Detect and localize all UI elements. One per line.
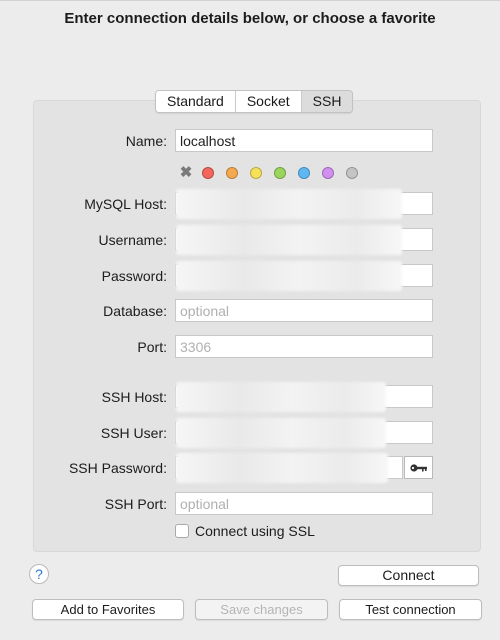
redacted-overlay bbox=[176, 189, 402, 219]
name-field[interactable] bbox=[175, 129, 433, 152]
close-icon[interactable]: ✖ bbox=[178, 165, 194, 181]
ssh-port-label: SSH Port: bbox=[104, 496, 167, 512]
key-icon bbox=[409, 463, 427, 472]
tab-standard[interactable]: Standard bbox=[156, 91, 236, 112]
username-label: Username: bbox=[98, 232, 167, 248]
redacted-overlay bbox=[176, 225, 402, 255]
ssh-host-label: SSH Host: bbox=[101, 389, 167, 405]
ssh-key-button[interactable] bbox=[404, 456, 433, 479]
tab-socket[interactable]: Socket bbox=[235, 91, 302, 112]
connection-type-tabs: Standard Socket SSH bbox=[155, 90, 354, 113]
database-row: Database: bbox=[0, 299, 500, 323]
redacted-overlay bbox=[176, 382, 386, 412]
color-tag-picker: ✖ bbox=[178, 165, 370, 181]
database-label: Database: bbox=[103, 303, 167, 319]
color-dot-yellow[interactable] bbox=[250, 167, 262, 179]
save-changes-button[interactable]: Save changes bbox=[195, 599, 328, 620]
ssh-port-row: SSH Port: bbox=[0, 492, 500, 516]
redacted-overlay bbox=[176, 418, 386, 448]
color-dot-red[interactable] bbox=[202, 167, 214, 179]
color-dot-blue[interactable] bbox=[298, 167, 310, 179]
port-field[interactable] bbox=[175, 335, 433, 358]
mysql-host-row: MySQL Host: bbox=[0, 189, 500, 219]
tab-ssh[interactable]: SSH bbox=[301, 91, 353, 112]
ssl-label: Connect using SSL bbox=[195, 523, 315, 539]
color-dot-purple[interactable] bbox=[322, 167, 334, 179]
username-row: Username: bbox=[0, 225, 500, 255]
port-label: Port: bbox=[137, 339, 167, 355]
port-row: Port: bbox=[0, 335, 500, 359]
color-dot-green[interactable] bbox=[274, 167, 286, 179]
ssh-user-label: SSH User: bbox=[100, 425, 167, 441]
help-icon[interactable]: ? bbox=[29, 564, 49, 584]
page-title: Enter connection details below, or choos… bbox=[64, 10, 436, 27]
add-to-favorites-button[interactable]: Add to Favorites bbox=[32, 599, 184, 620]
name-label: Name: bbox=[125, 133, 167, 149]
ssl-checkbox[interactable] bbox=[175, 524, 189, 538]
color-dot-orange[interactable] bbox=[226, 167, 238, 179]
ssh-port-field[interactable] bbox=[175, 492, 433, 515]
ssh-host-row: SSH Host: bbox=[0, 382, 500, 412]
ssh-user-row: SSH User: bbox=[0, 418, 500, 448]
mysql-host-label: MySQL Host: bbox=[84, 196, 167, 212]
ssh-password-row: SSH Password: bbox=[0, 453, 500, 483]
ssl-option[interactable]: Connect using SSL bbox=[175, 522, 315, 540]
name-row: Name: bbox=[0, 129, 500, 153]
window-top-divider bbox=[0, 0, 500, 1]
test-connection-button[interactable]: Test connection bbox=[339, 599, 482, 620]
password-row: Password: bbox=[0, 261, 500, 291]
redacted-overlay bbox=[176, 261, 402, 291]
ssh-password-label: SSH Password: bbox=[68, 460, 167, 476]
redacted-overlay bbox=[176, 453, 388, 483]
connect-button[interactable]: Connect bbox=[338, 565, 479, 586]
database-field[interactable] bbox=[175, 299, 433, 322]
password-label: Password: bbox=[101, 268, 167, 284]
color-dot-gray[interactable] bbox=[346, 167, 358, 179]
